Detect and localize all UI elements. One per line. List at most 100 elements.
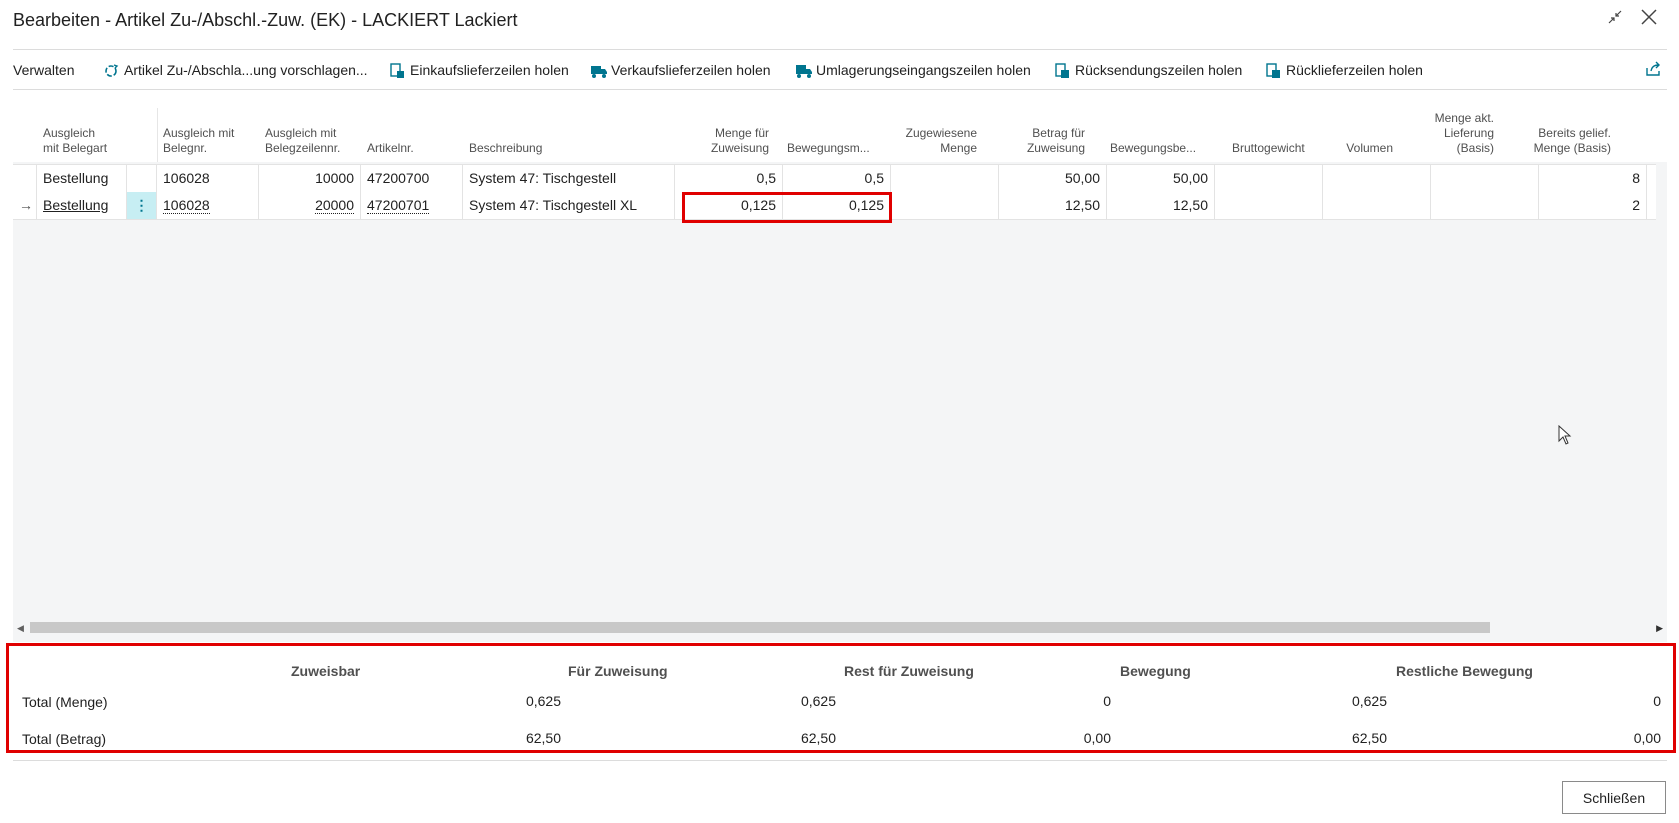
cell-volume[interactable] [1323, 165, 1431, 192]
total-amount-movement: 62,50 [1351, 730, 1387, 746]
cell-amount-to-assign[interactable]: 50,00 [999, 165, 1107, 192]
title-bar: Bearbeiten - Artikel Zu-/Abschl.-Zuw. (E… [13, 6, 1679, 34]
total-qty-rem-movement: 0 [1653, 693, 1661, 709]
total-amount-rem-movement: 0,00 [1633, 730, 1661, 746]
col-item-no[interactable]: Artikelnr. [367, 102, 457, 162]
col-qty-already-shipped[interactable]: Bereits gelief. Menge (Basis) [1493, 102, 1611, 162]
total-amount-assignable: 62,50 [525, 730, 561, 746]
transfer-truck-icon [795, 63, 812, 78]
cell-movement-amount[interactable]: 12,50 [1107, 192, 1215, 219]
col-movement-qty[interactable]: Bewegungsm... [787, 102, 883, 162]
cell-volume[interactable] [1323, 192, 1431, 219]
highlight-box-qty [682, 192, 892, 223]
col-appl-doc-no[interactable]: Ausgleich mit Belegnr. [163, 102, 253, 162]
row-arrow-icon: → [13, 192, 37, 219]
total-qty-rem-to-assign: 0 [1103, 693, 1111, 709]
get-sales-shipment-lines-action[interactable]: Verkaufslieferzeilen holen [590, 62, 771, 78]
sales-shipments-label: Verkaufslieferzeilen holen [611, 62, 771, 78]
cell-gross-weight[interactable] [1215, 165, 1323, 192]
total-qty-to-assign: 0,625 [800, 693, 836, 709]
summary-header-rem-to-assign: Rest für Zuweisung [844, 663, 974, 679]
cell-assigned-qty[interactable] [891, 165, 999, 192]
return-receipts-label: Rücklieferzeilen holen [1286, 62, 1423, 78]
total-qty-label: Total (Menge) [22, 694, 108, 710]
col-assigned-qty[interactable]: Zugewiesene Menge [881, 102, 977, 162]
get-purchase-receipt-lines-action[interactable]: Einkaufslieferzeilen holen [389, 62, 569, 78]
scroll-right-icon[interactable]: ▶ [1656, 623, 1663, 634]
get-return-receipt-lines-action[interactable]: Rücklieferzeilen holen [1265, 62, 1423, 78]
cell-qty-current-shipment[interactable] [1431, 192, 1539, 219]
cell-movement-qty[interactable]: 0,5 [783, 165, 891, 192]
cell-amount-to-assign[interactable]: 12,50 [999, 192, 1107, 219]
total-amount-rem-to-assign: 0,00 [1083, 730, 1111, 746]
cell-description[interactable]: System 47: Tischgestell [463, 165, 675, 192]
cell-description[interactable]: System 47: Tischgestell XL [463, 192, 675, 219]
table-row[interactable]: Bestellung 106028 10000 47200700 System … [13, 164, 1656, 193]
scroll-left-icon[interactable]: ◀ [17, 623, 24, 634]
page-title: Bearbeiten - Artikel Zu-/Abschl.-Zuw. (E… [13, 10, 518, 30]
cell-menu [127, 165, 157, 192]
col-qty-current-shipment[interactable]: Menge akt. Lieferung (Basis) [1398, 102, 1494, 162]
total-amount-to-assign: 62,50 [800, 730, 836, 746]
suggest-icon [103, 63, 119, 77]
scrollbar-thumb[interactable] [30, 622, 1490, 633]
cell-assigned-qty[interactable] [891, 192, 999, 219]
truck-icon [590, 63, 607, 78]
cell-movement-amount[interactable]: 50,00 [1107, 165, 1215, 192]
summary-header-assignable: Zuweisbar [291, 663, 361, 679]
share-icon[interactable] [1644, 60, 1662, 83]
purchase-receipts-label: Einkaufslieferzeilen holen [410, 62, 569, 78]
transfer-receipts-label: Umlagerungseingangszeilen holen [816, 62, 1031, 78]
summary-header-rem-movement: Restliche Bewegung [1396, 663, 1533, 679]
close-icon[interactable] [1640, 8, 1660, 28]
document-icon [389, 63, 405, 78]
action-bar: Verwalten Artikel Zu-/Abschla...ung vors… [13, 49, 1667, 90]
suggest-label: Artikel Zu-/Abschla...ung vorschlagen... [124, 62, 368, 78]
cell-doc-no[interactable]: 106028 [157, 165, 259, 192]
cell-gross-weight[interactable] [1215, 192, 1323, 219]
return-receipt-icon [1265, 63, 1281, 78]
cell-line-no[interactable]: 10000 [259, 165, 361, 192]
col-amount-to-assign[interactable]: Betrag für Zuweisung [989, 102, 1085, 162]
more-options-icon[interactable]: ⋮ [127, 192, 157, 219]
lines-grid: Ausgleich mit Belegart Ausgleich mit Bel… [13, 102, 1667, 642]
cell-qty-to-assign[interactable]: 0,5 [675, 165, 783, 192]
manage-label: Verwalten [13, 62, 75, 78]
suggest-assignment-action[interactable]: Artikel Zu-/Abschla...ung vorschlagen... [103, 62, 368, 78]
manage-menu[interactable]: Verwalten [13, 62, 74, 78]
collapse-icon[interactable] [1606, 8, 1626, 28]
cell-doc-type[interactable]: Bestellung [37, 192, 127, 219]
summary-header-movement: Bewegung [1120, 663, 1191, 679]
cell-item-no-wrap: 47200701 [361, 192, 463, 219]
cell-qty-already-shipped[interactable]: 2 [1539, 192, 1647, 219]
cell-qty-current-shipment[interactable] [1431, 165, 1539, 192]
col-qty-to-assign[interactable]: Menge für Zuweisung [673, 102, 769, 162]
cell-line-no[interactable]: 20000 [315, 197, 354, 214]
col-appl-line-no[interactable]: Ausgleich mit Belegzeilennr. [265, 102, 355, 162]
close-button[interactable]: Schließen [1562, 781, 1666, 814]
grid-header: Ausgleich mit Belegart Ausgleich mit Bel… [13, 102, 1667, 162]
cell-line-no-wrap: 20000 [259, 192, 361, 219]
footer-divider [13, 760, 1667, 761]
row-indicator [13, 165, 37, 192]
mouse-cursor-icon [1558, 424, 1572, 450]
total-qty-movement: 0,625 [1351, 693, 1387, 709]
cell-doc-no-wrap: 106028 [157, 192, 259, 219]
cell-qty-already-shipped[interactable]: 8 [1539, 165, 1647, 192]
cell-doc-no[interactable]: 106028 [163, 197, 210, 214]
horizontal-scrollbar[interactable]: ◀ ▶ [13, 619, 1667, 633]
get-return-shipment-lines-action[interactable]: Rücksendungszeilen holen [1054, 62, 1242, 78]
cell-item-no[interactable]: 47200701 [367, 197, 430, 214]
summary-header-to-assign: Für Zuweisung [568, 663, 668, 679]
total-amount-label: Total (Betrag) [22, 731, 107, 747]
col-volume[interactable]: Volumen [1297, 102, 1393, 162]
col-movement-amount[interactable]: Bewegungsbe... [1110, 102, 1206, 162]
cell-doc-type[interactable]: Bestellung [37, 165, 127, 192]
return-document-icon [1054, 63, 1070, 78]
col-appl-doc-type[interactable]: Ausgleich mit Belegart [43, 102, 133, 162]
return-shipments-label: Rücksendungszeilen holen [1075, 62, 1243, 78]
cell-item-no[interactable]: 47200700 [361, 165, 463, 192]
col-description[interactable]: Beschreibung [469, 102, 669, 162]
get-transfer-receipt-lines-action[interactable]: Umlagerungseingangszeilen holen [795, 62, 1031, 78]
totals-summary: Zuweisbar Für Zuweisung Rest für Zuweisu… [6, 643, 1676, 753]
